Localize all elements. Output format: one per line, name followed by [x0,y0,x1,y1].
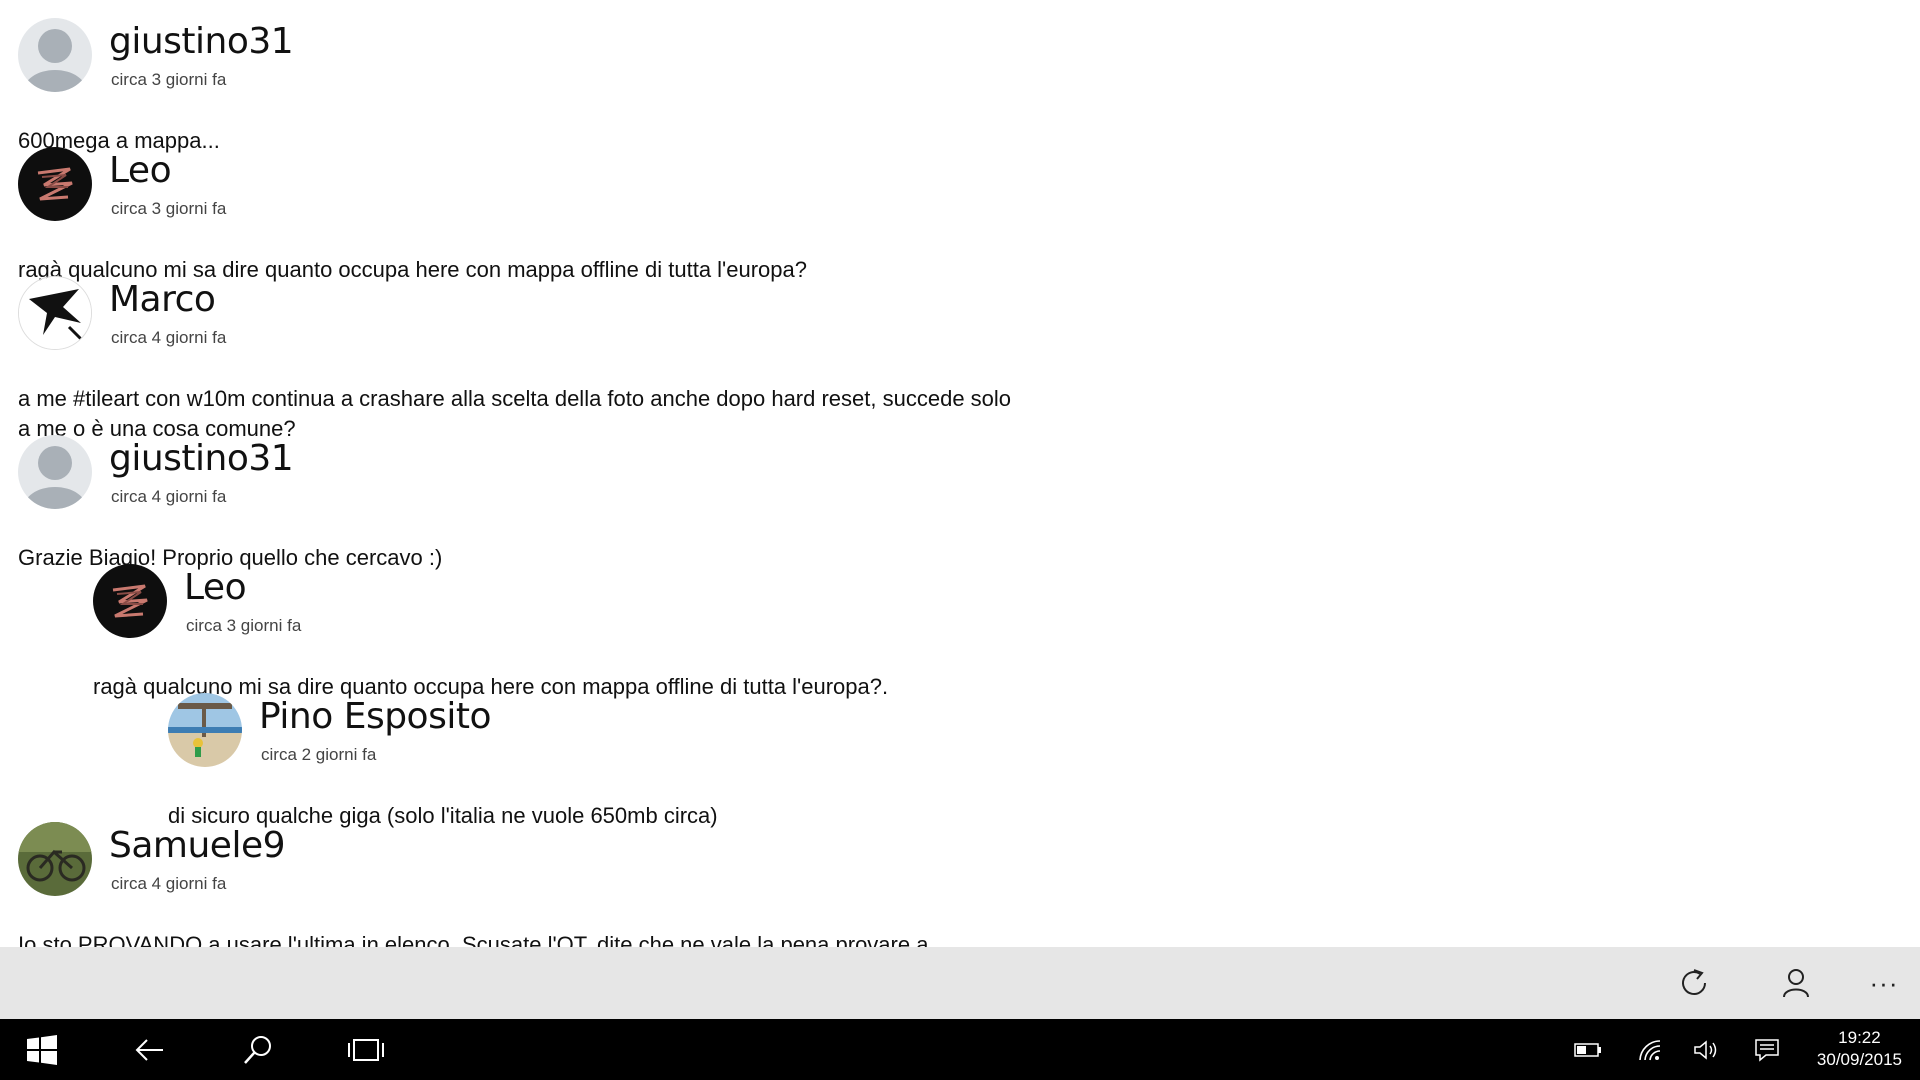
account-button[interactable] [1760,947,1832,1019]
sketch-avatar-icon [19,277,91,349]
timestamp: circa 3 giorni fa [111,199,227,218]
more-icon: ··· [1869,967,1899,998]
timestamp: circa 3 giorni fa [186,616,302,635]
back-button[interactable] [120,1019,180,1080]
comment-item: giustino31 circa 4 giorni fa Grazie Biag… [18,435,1018,573]
avatar[interactable] [93,564,167,638]
more-options-button[interactable]: ··· [1848,947,1920,1019]
clock-date: 30/09/2015 [1816,1050,1902,1069]
avatar[interactable] [18,435,92,509]
bike-photo-avatar-icon [18,822,92,896]
timestamp: circa 4 giorni fa [111,874,227,893]
windows-start-icon [27,1034,57,1065]
network-indicator[interactable] [1630,1019,1670,1080]
task-view-button[interactable] [336,1019,396,1080]
volume-icon [1694,1039,1717,1060]
battery-indicator[interactable] [1568,1019,1608,1080]
timestamp: circa 4 giorni fa [111,328,227,347]
author-name[interactable]: Marco [109,280,216,320]
comments-feed[interactable]: giustino31 circa 3 giorni fa 600mega a m… [0,0,1920,947]
dark-logo-avatar-icon [93,564,167,638]
timestamp: circa 4 giorni fa [111,487,227,506]
refresh-button[interactable] [1658,947,1730,1019]
comment-item: Leo circa 3 giorni fa ragà qualcuno mi s… [18,147,1018,285]
refresh-icon [1682,969,1706,995]
comment-item: giustino31 circa 3 giorni fa 600mega a m… [18,18,1018,156]
avatar[interactable] [18,822,92,896]
action-center-icon [1755,1038,1779,1062]
back-icon [135,1038,163,1061]
account-icon [1783,969,1809,998]
battery-icon [1574,1042,1601,1057]
dark-logo-avatar-icon [18,147,92,221]
clock-time: 19:22 [1838,1028,1881,1047]
author-name[interactable]: Leo [184,568,247,608]
avatar[interactable] [18,276,92,350]
author-name[interactable]: giustino31 [109,22,294,62]
timestamp: circa 2 giorni fa [261,745,377,764]
comment-item: Marco circa 4 giorni fa a me #tileart co… [18,276,1018,444]
author-name[interactable]: Pino Esposito [259,697,491,737]
search-button[interactable] [228,1019,288,1080]
app-command-bar: ··· [0,947,1920,1019]
avatar[interactable] [18,147,92,221]
comment-item: Samuele9 circa 4 giorni fa Io sto PROVAN… [18,822,1018,947]
start-button[interactable] [12,1019,72,1080]
default-avatar-icon [18,18,92,92]
search-icon [244,1035,271,1064]
reply-item: Leo circa 3 giorni fa ragà qualcuno mi s… [93,564,1093,702]
author-name[interactable]: giustino31 [109,439,294,479]
timestamp: circa 3 giorni fa [111,70,227,89]
volume-indicator[interactable] [1686,1019,1726,1080]
task-view-icon [348,1038,384,1061]
avatar[interactable] [18,18,92,92]
default-avatar-icon [18,435,92,509]
author-name[interactable]: Leo [109,151,172,191]
avatar[interactable] [168,693,242,767]
author-name[interactable]: Samuele9 [109,826,286,866]
system-clock[interactable]: 19:22 30/09/2015 [1817,1027,1902,1071]
reply-item: Pino Esposito circa 2 giorni fa di sicur… [168,693,1168,831]
comment-text: Io sto PROVANDO a usare l'ultima in elen… [18,932,929,947]
system-taskbar: 19:22 30/09/2015 [0,1019,1920,1080]
wifi-icon [1639,1039,1661,1060]
action-center-button[interactable] [1746,1019,1788,1080]
beach-photo-avatar-icon [168,693,242,767]
